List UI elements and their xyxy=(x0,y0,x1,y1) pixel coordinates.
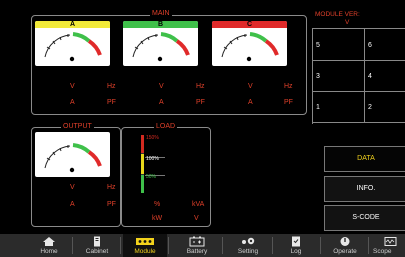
gauge-dial-icon xyxy=(44,143,102,173)
nav-separator xyxy=(222,237,223,254)
phase-a-hz-label: Hz xyxy=(107,83,116,90)
load-scale-100: 100% xyxy=(146,156,159,162)
phase-a-a-label: A xyxy=(70,99,75,106)
meter-phase-c: C xyxy=(212,21,287,66)
gauge-dial-icon xyxy=(44,32,102,62)
tab-module-label: Module xyxy=(134,248,156,255)
tab-battery[interactable]: Battery xyxy=(175,234,219,257)
module-ver-subtitle: V xyxy=(345,19,350,26)
module-grid-divider-h xyxy=(312,122,405,123)
tab-module[interactable]: Module xyxy=(123,234,167,257)
module-slot-4[interactable]: 4 xyxy=(368,73,372,80)
data-button[interactable]: DATA xyxy=(324,146,405,172)
phase-b-v-label: V xyxy=(159,83,164,90)
tab-cabinet-label: Cabinet xyxy=(85,248,109,255)
module-grid-divider-h xyxy=(312,60,405,61)
tab-battery-label: Battery xyxy=(186,248,208,255)
module-grid xyxy=(312,28,405,124)
meter-phase-a: A xyxy=(35,21,110,66)
info-button[interactable]: INFO. xyxy=(324,176,405,202)
phase-c-hz-label: Hz xyxy=(284,83,293,90)
phase-c-pf-label: PF xyxy=(284,99,293,106)
module-slot-2[interactable]: 2 xyxy=(368,104,372,111)
load-kw-label: kW xyxy=(152,215,163,222)
load-percent-label: % xyxy=(154,201,161,208)
tab-operate-label: Operate xyxy=(333,248,357,255)
nav-separator xyxy=(168,237,169,254)
nav-separator xyxy=(72,237,73,254)
gear-icon xyxy=(242,237,255,245)
module-grid-divider-h xyxy=(312,91,405,92)
load-kva-label: kVA xyxy=(192,201,205,208)
nav-separator xyxy=(368,237,369,254)
phase-b-hz-label: Hz xyxy=(196,83,205,90)
tab-log[interactable]: Log xyxy=(274,234,318,257)
gauge-dial-icon xyxy=(221,32,279,62)
load-scale-150: 150% xyxy=(146,135,159,141)
log-icon xyxy=(292,236,300,247)
scope-icon xyxy=(384,237,397,246)
gauge-dial-icon xyxy=(132,32,190,62)
load-scale-50: 50% xyxy=(146,174,157,180)
tab-scope[interactable]: Scope xyxy=(371,234,405,257)
tab-cabinet[interactable]: Cabinet xyxy=(75,234,119,257)
module-ver-title: MODULE VER: xyxy=(315,11,360,18)
nav-separator xyxy=(320,237,321,254)
phase-c-a-label: A xyxy=(248,99,253,106)
output-hz-label: Hz xyxy=(107,184,116,191)
phase-a-v-label: V xyxy=(70,83,75,90)
module-slot-6[interactable]: 6 xyxy=(368,42,372,49)
tab-home[interactable]: Home xyxy=(27,234,71,257)
tab-log-label: Log xyxy=(290,248,302,255)
load-v-label: V xyxy=(194,215,199,222)
module-icon xyxy=(136,238,154,245)
tab-home-label: Home xyxy=(40,248,58,255)
battery-icon xyxy=(189,236,205,247)
load-bar-red-zone xyxy=(141,135,144,153)
output-panel-title: OUTPUT xyxy=(61,123,94,131)
phase-b-a-label: A xyxy=(159,99,164,106)
load-panel-title: LOAD xyxy=(154,123,178,131)
module-slot-1[interactable]: 1 xyxy=(316,104,320,111)
phase-b-pf-label: PF xyxy=(196,99,205,106)
tab-setting[interactable]: Setting xyxy=(226,234,270,257)
nav-separator xyxy=(120,237,121,254)
meter-phase-b: B xyxy=(123,21,198,66)
load-bar-yellow-zone xyxy=(141,154,144,174)
home-icon xyxy=(43,237,55,246)
load-panel xyxy=(121,127,211,227)
phase-a-pf-label: PF xyxy=(107,99,116,106)
bottom-nav: Home Cabinet Module Battery Setting Log … xyxy=(0,234,405,257)
main-panel-title: MAIN xyxy=(150,10,172,18)
meter-output xyxy=(35,132,110,177)
phase-c-v-label: V xyxy=(248,83,253,90)
tab-operate[interactable]: Operate xyxy=(323,234,367,257)
scode-button[interactable]: S-CODE xyxy=(324,205,405,231)
nav-separator xyxy=(272,237,273,254)
module-slot-5[interactable]: 5 xyxy=(316,42,320,49)
load-bar-green-zone xyxy=(141,175,144,193)
tab-scope-label: Scope xyxy=(373,248,392,255)
cabinet-icon xyxy=(94,236,100,247)
tab-setting-label: Setting xyxy=(237,248,259,255)
output-pf-label: PF xyxy=(107,201,116,208)
power-icon xyxy=(340,237,350,246)
module-slot-3[interactable]: 3 xyxy=(316,73,320,80)
output-v-label: V xyxy=(70,184,75,191)
module-grid-divider-v xyxy=(364,28,365,123)
output-a-label: A xyxy=(70,201,75,208)
